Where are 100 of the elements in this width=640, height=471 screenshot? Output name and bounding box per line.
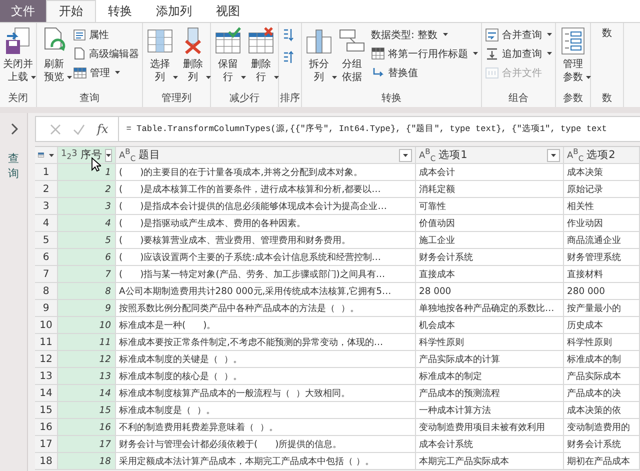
row-number[interactable]: 16 xyxy=(35,419,58,436)
caret-icon xyxy=(274,76,278,79)
filter-button[interactable] xyxy=(105,148,112,162)
menu-tab[interactable]: 文件 xyxy=(0,0,46,22)
row-number[interactable]: 6 xyxy=(35,249,58,266)
append-queries-button[interactable]: 追加查询 xyxy=(483,45,554,62)
append-icon xyxy=(485,46,499,60)
row-number[interactable]: 4 xyxy=(35,215,58,232)
table-cell: ( )是指驱动或产生成本、费用的各种因素。 xyxy=(116,215,416,232)
table-cell: 原始记录 xyxy=(564,181,640,198)
replace-values-button[interactable]: 替换值 xyxy=(369,64,480,81)
column-title: 题目 xyxy=(138,148,162,162)
row-number[interactable]: 2 xyxy=(35,181,58,198)
table-cell: 科学性原则 xyxy=(416,334,564,351)
table-cell: 标准成本制度的关键是（ ）。 xyxy=(116,351,416,368)
table-cell: ( )的主要目的在于计量各项成本,并将之分配到成本对象。 xyxy=(116,164,416,181)
table-icon xyxy=(73,66,87,78)
caret-icon xyxy=(30,76,36,79)
caret-icon xyxy=(49,154,54,156)
table-cell: 8 xyxy=(58,283,116,300)
sort-ascending-icon xyxy=(282,28,294,42)
table-cell: 采用定额成本法计算产品成本，本期完工产品成本中包括（ ）。 xyxy=(116,453,416,470)
row-number[interactable]: 1 xyxy=(35,164,58,181)
table-cell: 直接成本 xyxy=(416,266,564,283)
row-number[interactable]: 7 xyxy=(35,266,58,283)
use-first-row-button[interactable]: 将第一行用作标题 xyxy=(369,45,480,62)
advanced-editor-button[interactable]: 高级编辑器 xyxy=(71,45,141,62)
table-cell: 标准成本是一种( )。 xyxy=(116,317,416,334)
table-cell: 本期完工产品实际成本 xyxy=(416,453,564,470)
table-cell: 15 xyxy=(58,402,116,419)
table-cell: 标准成本的制定 xyxy=(416,368,564,385)
column-header[interactable]: A$^{B}$$_{C}$ 选项1 xyxy=(416,147,564,164)
row-number[interactable]: 5 xyxy=(35,232,58,249)
row-number[interactable]: 14 xyxy=(35,385,58,402)
table-cell: 28 000 xyxy=(416,283,564,300)
keep-rows-button[interactable]: 保留 行 xyxy=(212,26,244,88)
table-cell: 标准成本制度的核心是（ ）。 xyxy=(116,368,416,385)
group-label: 参数 xyxy=(562,92,584,106)
row-number[interactable]: 11 xyxy=(35,334,58,351)
table-cell: ( )指与某一特定对象(产品、劳务、加工步骤或部门)之间具有… xyxy=(116,266,416,283)
group-label: 数 xyxy=(601,92,613,106)
chevron-icon xyxy=(10,123,18,135)
caret-icon xyxy=(332,76,336,79)
column-title: 序号 xyxy=(80,148,102,162)
group-label: 排序 xyxy=(280,92,300,106)
row-number[interactable]: 18 xyxy=(35,453,58,470)
table-cell: 16 xyxy=(58,419,116,436)
row-number[interactable]: 17 xyxy=(35,436,58,453)
filter-button[interactable] xyxy=(547,148,560,162)
choose-columns-button[interactable]: 选择 列 xyxy=(144,26,176,88)
table-cell: 直接材料 xyxy=(564,266,640,283)
table-cell: 12 xyxy=(58,351,116,368)
files-icon xyxy=(485,66,499,80)
menu-tab[interactable]: 添加列 xyxy=(144,0,204,22)
split-column-button[interactable]: 拆分 列 xyxy=(303,26,335,88)
caret-icon xyxy=(115,71,120,74)
row-number[interactable]: 10 xyxy=(35,317,58,334)
table-cell: 施工企业 xyxy=(416,232,564,249)
group-by-button[interactable]: 分组 依据 xyxy=(336,26,368,85)
column-header[interactable]: A$^{B}$$_{C}$ 题目 xyxy=(116,147,416,164)
properties-button[interactable]: 属性 xyxy=(71,26,141,43)
column-header[interactable]: A$^{B}$$_{C}$ 选项2 xyxy=(564,147,640,164)
group-label: 组合 xyxy=(508,92,530,106)
row-number[interactable]: 12 xyxy=(35,351,58,368)
group-label: 查询 xyxy=(78,92,100,106)
menu-tab[interactable]: 开始 xyxy=(46,0,96,22)
table-cell: 科学性原则 xyxy=(564,334,640,351)
table-cell: 变动制造费用的 xyxy=(564,419,640,436)
row-number[interactable]: 9 xyxy=(35,300,58,317)
menu-tab[interactable]: 视图 xyxy=(204,0,252,22)
filter-button[interactable] xyxy=(399,148,412,162)
remove-columns-button[interactable]: 删除 列 xyxy=(177,26,209,88)
remove-rows-button[interactable]: 删除 行 xyxy=(245,26,277,88)
row-number[interactable]: 15 xyxy=(35,402,58,419)
table-cell: A公司本期制造费用共计280 000元,采用传统成本法核算,它拥有5… xyxy=(116,283,416,300)
table-cell: 历史成本 xyxy=(564,317,640,334)
table-cell: 按照系数比例分配同类产品中各种产品成本的方法是（ ）。 xyxy=(116,300,416,317)
caret-icon xyxy=(442,33,448,36)
data-type-button[interactable]: 数据类型: 整数 xyxy=(369,26,480,43)
manage-button[interactable]: 管理 xyxy=(71,64,141,81)
column-header[interactable]: 1$_{2}$3 序号 xyxy=(58,147,116,164)
table-cell: 3 xyxy=(58,198,116,215)
manage-parameters-button[interactable]: 管理 参数 xyxy=(557,26,589,88)
refresh-preview-button[interactable]: 刷新 预览 xyxy=(38,26,70,88)
caret-icon xyxy=(403,154,408,156)
table-cell: 成本决策 xyxy=(564,164,640,181)
close-load-button[interactable]: 关闭并 上载 xyxy=(1,26,35,88)
row-number[interactable]: 3 xyxy=(35,198,58,215)
table-menu-button[interactable] xyxy=(35,147,58,164)
menu-tab[interactable]: 转换 xyxy=(96,0,144,22)
caret-icon xyxy=(206,76,210,79)
data-source-button[interactable]: 数 xyxy=(592,26,622,41)
caret-icon xyxy=(586,76,590,79)
table-cell: ( )是指成本会计提供的信息必须能够体现成本会计为提高企业… xyxy=(116,198,416,215)
merge-queries-button[interactable]: 合并查询 xyxy=(483,26,554,43)
column-title: 选项2 xyxy=(586,148,616,162)
table-cell: 4 xyxy=(58,215,116,232)
row-number[interactable]: 13 xyxy=(35,368,58,385)
row-number[interactable]: 8 xyxy=(35,283,58,300)
table-cell: 6 xyxy=(58,249,116,266)
